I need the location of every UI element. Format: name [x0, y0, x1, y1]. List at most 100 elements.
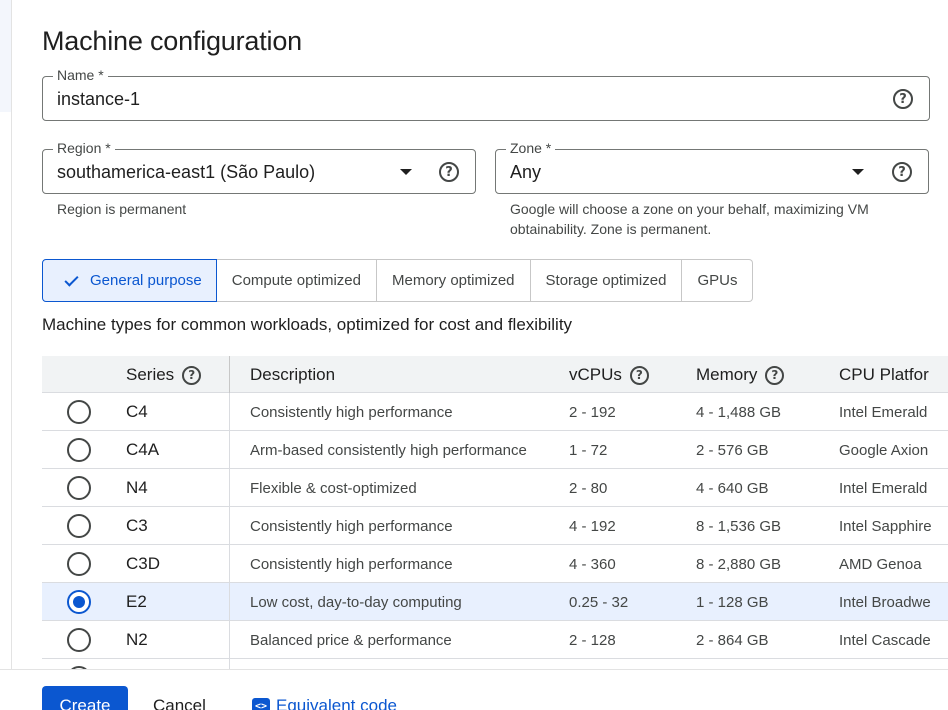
- table-header: Series ? Description vCPUs ? Memory ? CP…: [42, 356, 948, 393]
- tab-compute-optimized[interactable]: Compute optimized: [216, 259, 377, 302]
- name-field[interactable]: Name * instance-1 ?: [42, 67, 930, 121]
- page-title: Machine configuration: [42, 26, 302, 56]
- table-row[interactable]: N4 Flexible & cost-optimized 2 - 80 4 - …: [42, 469, 948, 507]
- column-header-label: Description: [250, 365, 336, 384]
- column-divider[interactable]: [229, 356, 230, 393]
- cpu-platform-cell: Intel Emerald: [839, 480, 928, 497]
- cpu-platform-cell: Google Axion: [839, 442, 929, 459]
- table-row[interactable]: C3 Consistently high performance 4 - 192…: [42, 507, 948, 545]
- series-cell: C4: [126, 402, 148, 421]
- zone-select[interactable]: Zone * Any ?: [495, 140, 929, 194]
- vcpus-cell: 4 - 360: [569, 556, 616, 573]
- description-cell: Arm-based consistently high performance: [250, 442, 527, 459]
- region-select-label: Region *: [53, 140, 115, 156]
- zone-hint-line: Google will choose a zone on your behalf…: [510, 201, 869, 217]
- table-row[interactable]: C3D Consistently high performance 4 - 36…: [42, 545, 948, 583]
- column-header-series: Series ?: [126, 365, 202, 385]
- memory-cell: 2 - 864 GB: [696, 632, 769, 649]
- region-hint: Region is permanent: [57, 201, 187, 217]
- column-divider: [229, 507, 230, 544]
- code-icon: <>: [252, 698, 270, 710]
- column-header-description: Description: [250, 365, 335, 385]
- action-bar: Create Cancel <> Equivalent code: [0, 669, 948, 710]
- cpu-platform-cell: AMD Genoa: [839, 556, 922, 573]
- series-radio[interactable]: [67, 476, 91, 500]
- zone-hint: Google will choose a zone on your behalf…: [510, 199, 869, 239]
- tab-general-purpose[interactable]: General purpose: [42, 259, 217, 302]
- vcpus-cell: 4 - 192: [569, 518, 616, 535]
- name-input-value[interactable]: instance-1: [57, 89, 140, 110]
- name-field-label: Name *: [53, 67, 108, 83]
- tab-storage-optimized[interactable]: Storage optimized: [530, 259, 683, 302]
- tab-label: General purpose: [90, 272, 202, 289]
- description-cell: Low cost, day-to-day computing: [250, 594, 462, 611]
- vcpus-cell: 2 - 128: [569, 632, 616, 649]
- machine-types-subtitle: Machine types for common workloads, opti…: [42, 315, 573, 334]
- tab-gpus[interactable]: GPUs: [682, 259, 754, 302]
- column-header-label: Memory: [696, 365, 758, 384]
- column-header-memory: Memory ?: [696, 365, 785, 385]
- machine-series-table: Series ? Description vCPUs ? Memory ? CP…: [42, 356, 948, 679]
- memory-cell: 8 - 1,536 GB: [696, 518, 782, 535]
- column-header-cpu-platform: CPU Platfor: [839, 365, 929, 385]
- series-radio[interactable]: [67, 438, 91, 462]
- series-cell: C3: [126, 516, 148, 535]
- table-row[interactable]: C4A Arm-based consistently high performa…: [42, 431, 948, 469]
- series-radio[interactable]: [67, 628, 91, 652]
- description-cell: Flexible & cost-optimized: [250, 480, 417, 497]
- series-cell: C4A: [126, 440, 160, 459]
- vcpus-cell: 2 - 80: [569, 480, 608, 497]
- column-divider: [229, 545, 230, 582]
- description-cell: Consistently high performance: [250, 404, 453, 421]
- left-nav-divider: [11, 112, 12, 672]
- vcpus-cell: 0.25 - 32: [569, 594, 629, 611]
- cpu-platform-cell: Intel Broadwe: [839, 594, 931, 611]
- column-divider: [229, 469, 230, 506]
- chevron-down-icon[interactable]: [400, 169, 412, 175]
- tab-label: Memory optimized: [391, 272, 515, 289]
- check-icon: [64, 271, 79, 287]
- table-row[interactable]: N2 Balanced price & performance 2 - 128 …: [42, 621, 948, 659]
- region-select[interactable]: Region * southamerica-east1 (São Paulo) …: [42, 140, 476, 194]
- series-cell: E2: [126, 592, 147, 611]
- tab-label: Storage optimized: [545, 272, 667, 289]
- memory-cell: 2 - 576 GB: [696, 442, 769, 459]
- zone-select-value: Any: [510, 162, 542, 182]
- table-row-selected[interactable]: E2 Low cost, day-to-day computing 0.25 -…: [42, 583, 948, 621]
- left-nav-rail: [0, 0, 12, 112]
- help-icon[interactable]: ?: [765, 365, 785, 385]
- column-divider: [229, 621, 230, 658]
- region-select-value: southamerica-east1 (São Paulo): [57, 162, 316, 182]
- vcpus-cell: 2 - 192: [569, 404, 616, 421]
- help-icon[interactable]: ?: [182, 365, 202, 385]
- series-radio[interactable]: [67, 514, 91, 538]
- zone-select-label: Zone *: [506, 140, 556, 156]
- chevron-down-icon[interactable]: [852, 169, 864, 175]
- series-cell: N2: [126, 630, 148, 649]
- column-divider: [229, 431, 230, 468]
- vcpus-cell: 1 - 72: [569, 442, 608, 459]
- series-cell: C3D: [126, 554, 161, 573]
- help-icon[interactable]: ?: [893, 89, 913, 109]
- help-icon[interactable]: ?: [629, 365, 649, 385]
- tab-memory-optimized[interactable]: Memory optimized: [376, 259, 531, 302]
- series-radio[interactable]: [67, 552, 91, 576]
- column-header-label: CPU Platfor: [839, 365, 929, 384]
- memory-cell: 4 - 1,488 GB: [696, 404, 782, 421]
- help-icon[interactable]: ?: [892, 162, 912, 182]
- description-cell: Consistently high performance: [250, 518, 453, 535]
- column-header-label: vCPUs: [569, 365, 622, 384]
- description-cell: Consistently high performance: [250, 556, 453, 573]
- tab-label: GPUs: [697, 272, 738, 289]
- column-divider: [229, 393, 230, 430]
- help-icon[interactable]: ?: [439, 162, 459, 182]
- table-row[interactable]: C4 Consistently high performance 2 - 192…: [42, 393, 948, 431]
- series-radio[interactable]: [67, 400, 91, 424]
- cancel-button[interactable]: Cancel: [153, 696, 206, 710]
- equivalent-code-label: Equivalent code: [276, 696, 397, 710]
- series-radio-checked[interactable]: [67, 590, 91, 614]
- equivalent-code-button[interactable]: <> Equivalent code: [252, 696, 397, 710]
- series-cell: N4: [126, 478, 148, 497]
- create-button[interactable]: Create: [42, 686, 128, 710]
- cpu-platform-cell: Intel Emerald: [839, 404, 928, 421]
